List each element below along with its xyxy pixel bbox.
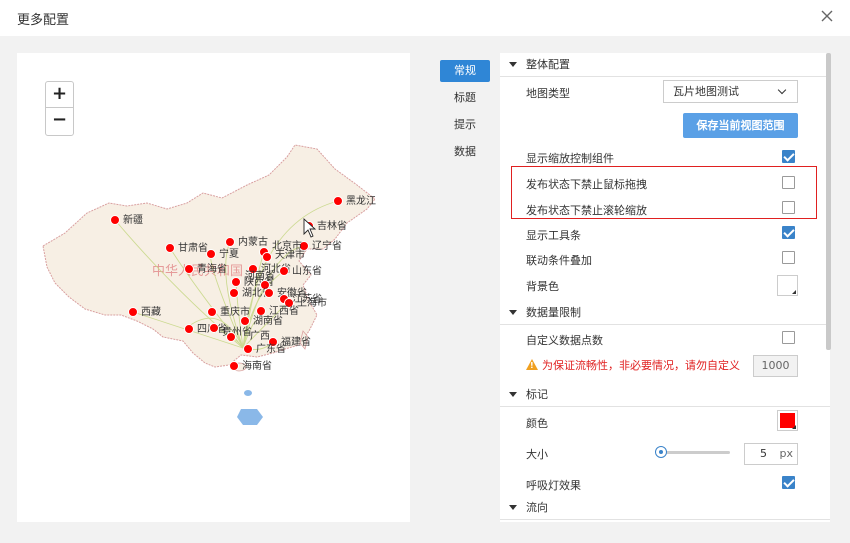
svg-text:新疆: 新疆	[123, 213, 143, 226]
svg-text:西藏: 西藏	[141, 306, 161, 318]
linkage-label: 联动条件叠加	[526, 254, 592, 267]
china-map[interactable]: 中华人民共和国 黑龙江 吉林省 辽宁省 内蒙古 北京市 天津市 新疆 甘肃省 宁…	[17, 53, 410, 522]
breath-effect-label: 呼吸灯效果	[526, 479, 581, 492]
sea-island-small	[244, 390, 252, 396]
linkage-checkbox[interactable]	[782, 251, 795, 264]
custom-points-label: 自定义数据点数	[526, 334, 603, 347]
disable-drag-checkbox[interactable]	[782, 176, 795, 189]
svg-text:宁夏: 宁夏	[219, 247, 239, 260]
section-marker-header[interactable]: 标记	[500, 383, 830, 407]
breath-effect-checkbox[interactable]	[782, 476, 795, 489]
marker-xizang[interactable]: 西藏	[128, 306, 162, 318]
collapse-triangle-icon	[509, 62, 517, 67]
warning-message: ! 为保证流畅性，非必要情况，请勿自定义	[526, 357, 740, 373]
svg-text:甘肃省: 甘肃省	[178, 241, 208, 254]
zoom-out-button[interactable]: −	[46, 108, 73, 134]
custom-points-checkbox[interactable]	[782, 331, 795, 344]
dialog-title: 更多配置	[17, 13, 70, 28]
section-data-limit-header[interactable]: 数据量限制	[500, 301, 830, 325]
section-data-limit-label: 数据量限制	[526, 306, 581, 319]
marker-color-picker[interactable]	[777, 410, 798, 431]
section-overall-header[interactable]: 整体配置	[500, 53, 830, 77]
svg-text:吉林省: 吉林省	[317, 219, 347, 232]
dropdown-corner-icon	[792, 290, 796, 294]
size-value: 5	[760, 447, 767, 460]
settings-panel: 整体配置 地图类型 瓦片地图测试 保存当前视图范围 显示缩放控制组件 发布状态下…	[500, 53, 830, 522]
disable-drag-label: 发布状态下禁止鼠标拖拽	[526, 178, 647, 191]
map-type-select[interactable]: 瓦片地图测试	[663, 80, 798, 103]
section-marker-label: 标记	[526, 388, 548, 401]
section-flow-header[interactable]: 流向	[500, 496, 830, 520]
svg-text:内蒙古: 内蒙古	[238, 235, 268, 248]
chevron-down-icon	[777, 85, 787, 95]
svg-text:天津市: 天津市	[275, 248, 305, 261]
svg-text:广东省: 广东省	[256, 342, 286, 355]
svg-text:黑龙江: 黑龙江	[346, 194, 376, 207]
disable-wheel-checkbox[interactable]	[782, 201, 795, 214]
tab-title[interactable]: 标题	[440, 87, 490, 109]
collapse-triangle-icon	[509, 392, 517, 397]
tab-data[interactable]: 数据	[440, 141, 490, 163]
svg-text:辽宁省: 辽宁省	[312, 239, 342, 252]
marker-color-label: 颜色	[526, 417, 548, 430]
points-input[interactable]: 1000	[753, 355, 798, 377]
warning-icon: !	[526, 359, 538, 370]
dialog-title-bar: 更多配置	[0, 0, 850, 36]
svg-text:湖南省: 湖南省	[253, 314, 283, 327]
show-zoom-checkbox[interactable]	[782, 150, 795, 163]
show-toolbar-label: 显示工具条	[526, 229, 581, 242]
disable-wheel-label: 发布状态下禁止滚轮缩放	[526, 204, 647, 217]
svg-text:河南省: 河南省	[245, 269, 275, 282]
show-toolbar-checkbox[interactable]	[782, 226, 795, 239]
size-slider-thumb[interactable]	[655, 446, 667, 458]
size-slider-track[interactable]	[660, 451, 730, 454]
sea-islands	[237, 409, 263, 425]
bg-color-label: 背景色	[526, 280, 559, 293]
config-tabs: 常规 标题 提示 数据	[440, 60, 492, 168]
svg-text:山东省: 山东省	[292, 264, 322, 277]
size-input[interactable]: 5 px	[744, 443, 798, 465]
size-unit: px	[779, 447, 794, 460]
svg-text:广西: 广西	[250, 330, 270, 342]
svg-text:上海市: 上海市	[297, 296, 327, 309]
warning-text: 为保证流畅性，非必要情况，请勿自定义	[542, 359, 740, 372]
map-type-value: 瓦片地图测试	[673, 85, 739, 98]
collapse-triangle-icon	[509, 505, 517, 510]
marker-size-label: 大小	[526, 448, 548, 461]
svg-text:海南省: 海南省	[242, 359, 272, 372]
collapse-triangle-icon	[509, 310, 517, 315]
show-zoom-label: 显示缩放控制组件	[526, 152, 614, 165]
bg-color-picker[interactable]	[777, 275, 798, 296]
settings-scrollbar[interactable]	[826, 53, 831, 350]
save-view-range-button[interactable]: 保存当前视图范围	[683, 113, 798, 138]
zoom-in-button[interactable]: +	[46, 82, 73, 108]
more-config-dialog: 更多配置 中华人民共和国 黑龙江 吉林省 辽宁省 内蒙古 北京市 天津市 新疆 …	[0, 0, 850, 543]
dropdown-corner-icon	[792, 425, 796, 429]
close-icon[interactable]	[818, 7, 836, 25]
svg-text:青海省: 青海省	[197, 262, 227, 275]
marker-hainan[interactable]: 海南省	[229, 359, 273, 372]
tab-general[interactable]: 常规	[440, 60, 490, 82]
section-overall-label: 整体配置	[526, 58, 570, 71]
zoom-control: + −	[45, 81, 74, 136]
map-type-label: 地图类型	[526, 87, 570, 100]
section-flow-label: 流向	[526, 501, 548, 514]
tab-tooltip[interactable]: 提示	[440, 114, 490, 136]
